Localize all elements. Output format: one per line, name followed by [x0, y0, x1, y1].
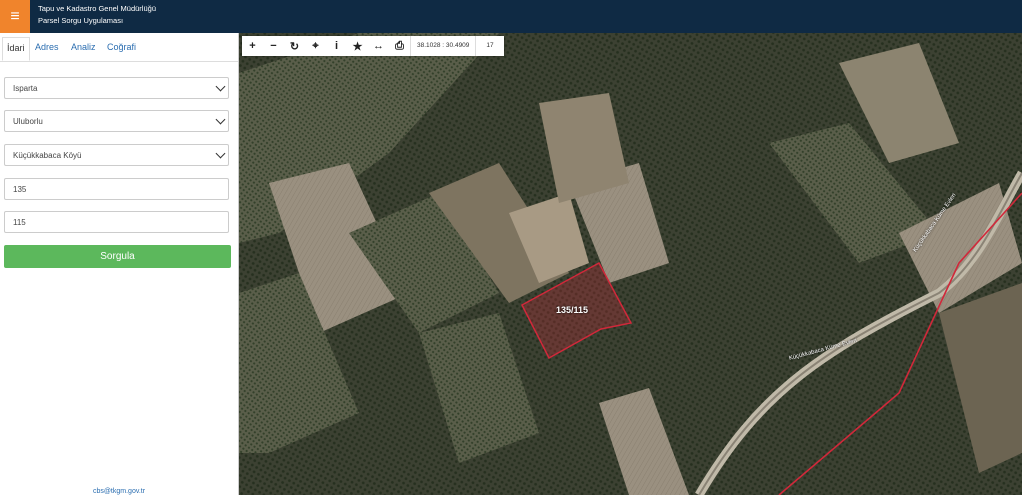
- parcel-label: 135/115: [556, 305, 589, 315]
- tab-adres[interactable]: Adres: [35, 42, 59, 52]
- info-icon[interactable]: i: [326, 36, 347, 56]
- star-icon[interactable]: ★: [347, 36, 368, 56]
- il-select[interactable]: Isparta: [4, 77, 229, 99]
- top-bar: ≡ Tapu ve Kadastro Genel Müdürlüğü Parse…: [0, 0, 1022, 33]
- org-title: Tapu ve Kadastro Genel Müdürlüğü: [38, 4, 156, 13]
- mahalle-select[interactable]: Küçükkabaca Köyü: [4, 144, 229, 166]
- chevron-down-icon: [215, 114, 226, 125]
- coordinate-readout: 38.1028 : 30.4909: [410, 36, 475, 56]
- tab-bar: İdari Adres Analiz Coğrafi: [0, 33, 238, 62]
- mahalle-value: Küçükkabaca Köyü: [13, 151, 82, 160]
- ilce-value: Uluborlu: [13, 117, 43, 126]
- ilce-select[interactable]: Uluborlu: [4, 110, 229, 132]
- parsel-value: 115: [13, 218, 26, 227]
- il-value: Isparta: [13, 84, 38, 93]
- zoom-in-icon[interactable]: +: [242, 36, 263, 56]
- sorgula-button[interactable]: Sorgula: [4, 245, 231, 268]
- locate-icon[interactable]: ⌖: [305, 36, 326, 56]
- satellite-imagery: [239, 33, 1022, 495]
- zoom-level: 17: [475, 36, 503, 56]
- chevron-down-icon: [215, 81, 226, 92]
- ada-input[interactable]: 135: [4, 178, 229, 200]
- tab-idari[interactable]: İdari: [2, 37, 30, 61]
- print-icon[interactable]: ⎙: [389, 36, 410, 56]
- measure-icon[interactable]: ↔: [368, 36, 389, 56]
- parsel-input[interactable]: 115: [4, 211, 229, 233]
- menu-icon[interactable]: ≡: [0, 0, 30, 33]
- map-view[interactable]: [239, 33, 1022, 495]
- footer-email[interactable]: cbs@tkgm.gov.tr: [0, 488, 238, 495]
- tab-cografi[interactable]: Coğrafi: [107, 42, 136, 52]
- refresh-icon[interactable]: ↻: [284, 36, 305, 56]
- app-title: Parsel Sorgu Uygulaması: [38, 16, 124, 25]
- query-panel: İdari Adres Analiz Coğrafi Isparta Ulubo…: [0, 33, 239, 495]
- zoom-out-icon[interactable]: −: [263, 36, 284, 56]
- ada-value: 135: [13, 185, 27, 194]
- chevron-down-icon: [215, 148, 226, 159]
- tab-analiz[interactable]: Analiz: [71, 42, 96, 52]
- map-toolbar: + − ↻ ⌖ i ★ ↔ ⎙ 38.1028 : 30.4909 17: [242, 36, 504, 56]
